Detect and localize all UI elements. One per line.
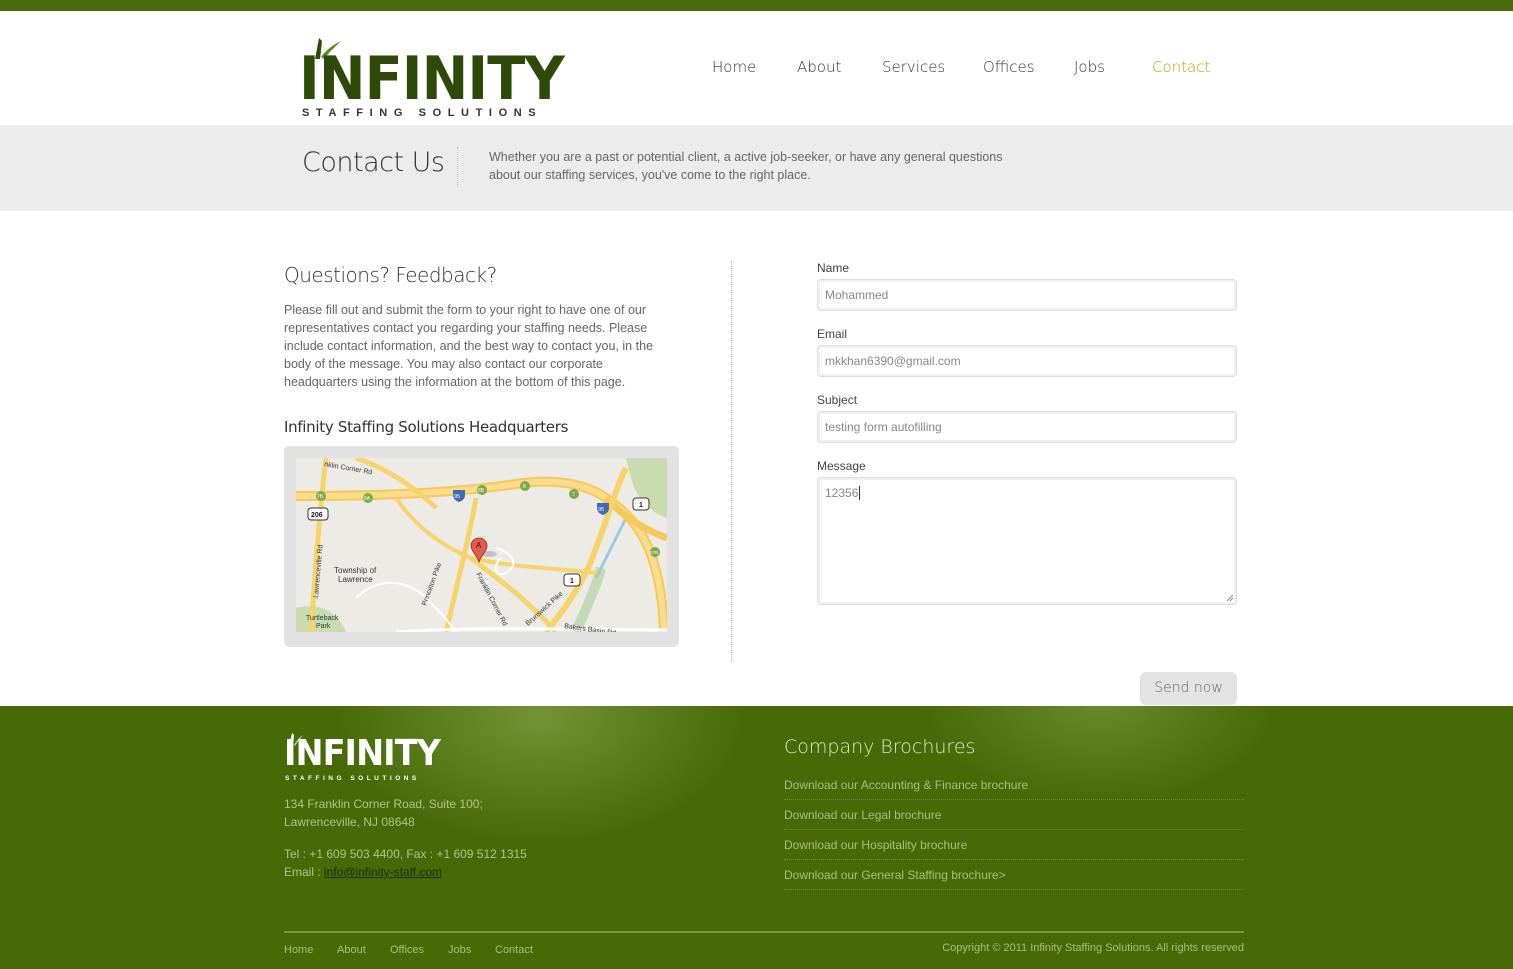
nav-offices[interactable]: Offices: [983, 58, 1035, 76]
map-label-turtleback: Turtleback: [306, 615, 339, 622]
brochures-section: Company Brochures Download our Accountin…: [784, 736, 1244, 890]
hq-heading: Infinity Staffing Solutions Headquarters: [284, 418, 569, 436]
nav-about[interactable]: About: [797, 58, 841, 76]
map-exit-8b: 8B: [478, 488, 485, 494]
subject-field[interactable]: testing form autofilling: [817, 411, 1237, 443]
banner-text: Whether you are a past or potential clie…: [489, 150, 1003, 182]
nav-contact[interactable]: Contact: [1152, 58, 1210, 76]
feedback-intro: Please fill out and submit the form to y…: [284, 303, 653, 389]
message-text: 12356: [825, 486, 859, 500]
map-label-park: Park: [316, 623, 331, 630]
brochure-link-legal[interactable]: Download our Legal brochure: [784, 800, 1244, 830]
footer-nav-jobs[interactable]: Jobs: [448, 944, 471, 956]
map-exit-8: 8: [523, 484, 526, 490]
map-exit-7b: 7B: [317, 494, 324, 500]
map-marker-label: A: [476, 541, 482, 550]
resize-handle-icon[interactable]: [1226, 594, 1234, 602]
column-divider: [731, 261, 732, 661]
main-content: Questions? Feedback? Please fill out and…: [0, 211, 1513, 706]
footer-email-row: Email : info@infinity-staff.com: [284, 863, 442, 881]
brochure-link-hospitality[interactable]: Download our Hospitality brochure: [784, 830, 1244, 860]
footer-logo-wordmark[interactable]: INFINITY: [284, 736, 441, 772]
left-column: Questions? Feedback? Please fill out and…: [284, 263, 684, 647]
email-field[interactable]: mkkhan6390@gmail.com: [817, 345, 1237, 377]
hq-map[interactable]: nklin Corner Rd Lawrenceville Rd Townshi…: [296, 458, 667, 632]
message-field[interactable]: 12356: [817, 477, 1237, 605]
nav-home[interactable]: Home: [712, 58, 756, 76]
send-button[interactable]: Send now: [1140, 672, 1237, 705]
map-exit-7: 7: [572, 492, 575, 498]
nav-jobs[interactable]: Jobs: [1074, 58, 1105, 76]
copyright: Copyright © 2011 Infinity Staffing Solut…: [942, 942, 1244, 954]
map-frame: nklin Corner Rd Lawrenceville Rd Townshi…: [284, 446, 679, 647]
footer-email-prefix: Email :: [284, 865, 325, 879]
map-label-township: Township of: [334, 566, 377, 575]
footer-logo-tagline: STAFFING SOLUTIONS: [285, 775, 420, 782]
footer-address-line1: 134 Franklin Corner Road, Suite 100;: [284, 797, 483, 811]
feedback-heading: Questions? Feedback?: [284, 263, 497, 287]
logo-wordmark: INFINITY: [299, 44, 565, 114]
footer-nav-home[interactable]: Home: [284, 944, 313, 956]
contact-form: Name Mohammed Email mkkhan6390@gmail.com…: [817, 261, 1237, 705]
footer-divider: [284, 931, 1244, 933]
site-logo[interactable]: INFINITY STAFFING SOLUTIONS: [299, 31, 565, 121]
name-label: Name: [817, 261, 850, 275]
logo-tagline: STAFFING SOLUTIONS: [302, 107, 543, 119]
page-banner: Contact Us Whether you are a past or pot…: [0, 125, 1513, 211]
brochure-link-general[interactable]: Download our General Staffing brochure>: [784, 860, 1244, 890]
message-label: Message: [817, 459, 866, 473]
page-title: Contact Us: [302, 147, 445, 178]
map-shield-206: 206: [311, 512, 323, 519]
map-exit-8a: 8A: [364, 496, 371, 502]
map-label-lawrence: Lawrence: [338, 575, 373, 584]
footer-email-link[interactable]: info@infinity-staff.com: [324, 865, 442, 879]
footer-address-line2: Lawrenceville, NJ 08648: [284, 815, 415, 829]
top-accent-bar: [0, 0, 1513, 11]
brochure-link-accounting[interactable]: Download our Accounting & Finance brochu…: [784, 770, 1244, 800]
map-exit-67b: 67B: [650, 550, 658, 555]
nav-services[interactable]: Services: [882, 58, 945, 76]
email-label: Email: [817, 327, 848, 341]
footer-nav-offices[interactable]: Offices: [390, 944, 424, 956]
brochures-list: Download our Accounting & Finance brochu…: [784, 770, 1244, 890]
brochures-title: Company Brochures: [784, 736, 976, 758]
site-footer: INFINITY STAFFING SOLUTIONS 134 Franklin…: [0, 706, 1513, 969]
footer-nav-contact[interactable]: Contact: [495, 944, 533, 956]
map-shield-95a: 95: [454, 494, 460, 500]
footer-phone: Tel : +1 609 503 4400, Fax : +1 609 512 …: [284, 847, 527, 861]
map-shield-95b: 95: [598, 507, 604, 513]
subject-label: Subject: [817, 393, 858, 407]
site-header: INFINITY STAFFING SOLUTIONS Home About S…: [0, 11, 1513, 125]
footer-nav-about[interactable]: About: [337, 944, 366, 956]
text-cursor: [859, 486, 861, 500]
name-field[interactable]: Mohammed: [817, 279, 1237, 311]
banner-divider: [457, 147, 458, 187]
map-graphic: nklin Corner Rd Lawrenceville Rd Townshi…: [296, 458, 667, 632]
map-shield-1b: 1: [570, 578, 574, 585]
map-shield-1a: 1: [639, 502, 643, 509]
